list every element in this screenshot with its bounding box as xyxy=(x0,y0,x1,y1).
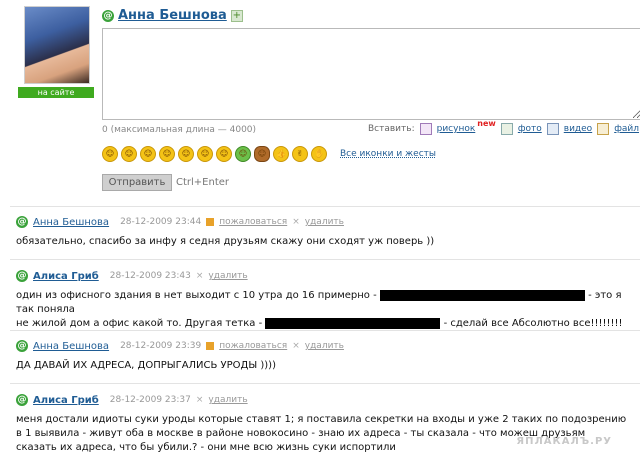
user-at-icon: @ xyxy=(16,270,28,282)
comment-text-part: не жилой дом а офис какой то. Другая тет… xyxy=(16,318,263,329)
smiley-bar: ☺ ☺ ☺ ☺ ☺ ☺ ☺ ☺ ☺ 👍 ✌ ✋ Все иконки и жес… xyxy=(102,146,436,162)
comment-text: меня достали идиоты суки уроды которые с… xyxy=(16,414,627,453)
divider xyxy=(10,330,640,331)
comment-author-link[interactable]: Алиса Гриб xyxy=(33,271,99,282)
comment-text: один из офисного здания в нет выходит с … xyxy=(16,289,628,331)
profile-header: @ Анна Бешнова + xyxy=(102,8,243,23)
user-at-icon: @ xyxy=(102,9,114,22)
comment-date: 28-12-2009 23:44 xyxy=(120,217,202,227)
smile-icon[interactable]: ☺ xyxy=(102,146,118,162)
user-at-icon: @ xyxy=(16,394,28,406)
delete-icon[interactable]: × xyxy=(292,341,300,351)
send-row: Отправить Ctrl+Enter xyxy=(102,174,229,191)
complain-icon[interactable] xyxy=(206,218,215,226)
comment-text-part: - сделай все Абсолютно все!!!!!!!! xyxy=(443,318,623,329)
comment-text: ДА ДАВАЙ ИХ АДРЕСА, ДОПРЫГАЛИСЬ УРОДЫ ))… xyxy=(16,360,276,371)
add-friend-icon[interactable]: + xyxy=(230,9,243,22)
comment-author-link[interactable]: Анна Бешнова xyxy=(33,341,109,352)
picture-icon[interactable] xyxy=(419,123,432,135)
delete-icon[interactable]: × xyxy=(292,217,300,227)
devil-icon[interactable]: ☺ xyxy=(254,146,270,162)
cool-icon[interactable]: ☺ xyxy=(197,146,213,162)
comment-date: 28-12-2009 23:43 xyxy=(109,271,191,281)
video-icon[interactable] xyxy=(546,123,559,135)
laugh-icon[interactable]: ☺ xyxy=(159,146,175,162)
grin-icon[interactable]: ☺ xyxy=(121,146,137,162)
profile-avatar-block: на сайте xyxy=(18,6,94,98)
insert-label: Вставить: xyxy=(368,124,415,134)
complain-link[interactable]: пожаловаться xyxy=(219,341,287,351)
new-badge: new xyxy=(477,118,496,128)
delete-icon[interactable]: × xyxy=(196,395,204,405)
delete-icon[interactable]: × xyxy=(196,271,204,281)
sick-icon[interactable]: ☺ xyxy=(216,146,232,162)
divider xyxy=(10,383,640,384)
send-button[interactable]: Отправить xyxy=(102,174,172,191)
comment-item: @ Анна Бешнова 28-12-2009 23:44 пожалова… xyxy=(16,216,636,249)
delete-link[interactable]: удалить xyxy=(305,217,344,227)
delete-link[interactable]: удалить xyxy=(208,271,247,281)
insert-photo-link[interactable]: фото xyxy=(518,124,542,134)
complain-link[interactable]: пожаловаться xyxy=(219,217,287,227)
comment-item: @ Анна Бешнова 28-12-2009 23:39 пожалова… xyxy=(16,340,636,373)
delete-link[interactable]: удалить xyxy=(208,395,247,405)
insert-toolbar: Вставить: рисунок new фото видео файл xyxy=(368,119,639,135)
file-icon[interactable] xyxy=(597,123,610,135)
user-at-icon: @ xyxy=(16,340,28,352)
max-length-hint: 0 (максимальная длина — 4000) xyxy=(102,125,257,135)
profile-name-link[interactable]: Анна Бешнова xyxy=(118,8,227,23)
comment-text-part: один из офисного здания в нет выходит с … xyxy=(16,290,377,301)
insert-video-link[interactable]: видео xyxy=(564,124,592,134)
photo-icon[interactable] xyxy=(500,123,513,135)
delete-link[interactable]: удалить xyxy=(305,341,344,351)
tongue-icon[interactable]: ☺ xyxy=(140,146,156,162)
thumbs-up-icon[interactable]: 👍 xyxy=(273,146,289,162)
green-face-icon[interactable]: ☺ xyxy=(235,146,251,162)
divider xyxy=(10,206,640,207)
comment-date: 28-12-2009 23:39 xyxy=(120,341,202,351)
redaction-bar xyxy=(265,317,441,329)
comment-author-link[interactable]: Анна Бешнова xyxy=(33,217,109,228)
comment-date: 28-12-2009 23:37 xyxy=(109,395,191,405)
peace-icon[interactable]: ✌ xyxy=(292,146,308,162)
divider xyxy=(10,259,640,260)
comment-item: @ Алиса Гриб 28-12-2009 23:43 × удалить … xyxy=(16,270,636,331)
insert-file-link[interactable]: файл xyxy=(614,124,639,134)
comment-text: обязательно, спасибо за инфу я седня дру… xyxy=(16,236,435,247)
avatar[interactable] xyxy=(24,6,90,84)
user-at-icon: @ xyxy=(16,216,28,228)
online-status-badge: на сайте xyxy=(18,87,94,98)
complain-icon[interactable] xyxy=(206,342,215,350)
redaction-bar xyxy=(379,289,585,301)
ok-hand-icon[interactable]: ✋ xyxy=(311,146,327,162)
send-shortcut-hint: Ctrl+Enter xyxy=(176,177,230,188)
comment-textarea[interactable] xyxy=(102,28,640,120)
watermark: ЯПЛАКАЛЪ.РУ xyxy=(516,436,612,447)
insert-picture-link[interactable]: рисунок xyxy=(437,124,476,134)
all-icons-link[interactable]: Все иконки и жесты xyxy=(340,149,436,159)
comment-author-link[interactable]: Алиса Гриб xyxy=(33,395,99,406)
wink-icon[interactable]: ☺ xyxy=(178,146,194,162)
